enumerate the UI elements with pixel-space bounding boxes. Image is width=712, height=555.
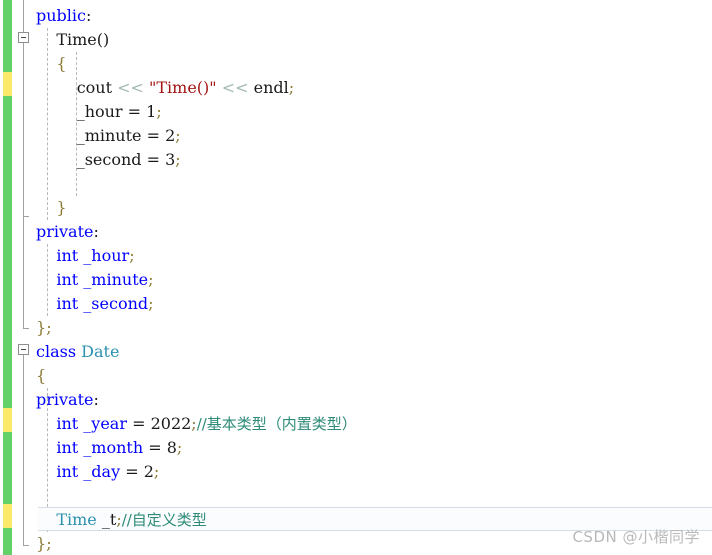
code-token: _second — [83, 294, 149, 313]
code-token: ; — [156, 102, 162, 121]
code-line[interactable]: int _second; — [0, 292, 712, 316]
code-token: ; — [175, 150, 181, 169]
code-token: ; — [148, 270, 154, 289]
code-token: Time — [36, 30, 97, 49]
code-line[interactable]: Time() — [0, 28, 712, 52]
code-token: () — [96, 30, 110, 49]
code-token: = 2022 — [127, 414, 192, 433]
code-line[interactable] — [0, 172, 712, 196]
code-line[interactable]: _minute = 2; — [0, 124, 712, 148]
code-token: int — [56, 462, 79, 481]
code-token: = 8 — [143, 438, 177, 457]
code-token: ; — [176, 438, 183, 457]
code-token: << — [221, 78, 249, 97]
code-token: } — [36, 534, 47, 553]
code-token: ; — [288, 78, 295, 97]
code-token: private — [36, 390, 94, 409]
code-token: _hour — [83, 246, 130, 265]
code-token: ; — [175, 126, 181, 145]
code-token: _year — [83, 414, 127, 433]
code-line[interactable]: { — [0, 52, 712, 76]
code-token: { — [36, 366, 47, 385]
code-token: : — [93, 390, 99, 409]
code-token: : — [85, 6, 92, 25]
code-line[interactable]: int _hour; — [0, 244, 712, 268]
code-token: _minute = 2 — [36, 126, 176, 145]
code-line[interactable]: public: — [0, 4, 712, 28]
code-token: "Time()" — [149, 78, 217, 97]
code-token: _t — [101, 510, 117, 529]
code-token: int — [56, 438, 79, 457]
code-token: _minute — [83, 270, 149, 289]
code-line[interactable]: cout << "Time()" << endl; — [0, 76, 712, 100]
code-token: endl — [248, 78, 289, 97]
csdn-watermark: CSDN @小楷同学 — [572, 528, 700, 546]
code-token: { — [36, 54, 67, 73]
code-text-area[interactable]: public: Time() { cout << "Time()" << end… — [0, 0, 712, 555]
code-token: _hour = 1 — [36, 102, 157, 121]
code-token: ; — [129, 246, 135, 265]
code-token: int — [56, 414, 79, 433]
code-line[interactable]: int _day = 2; — [0, 460, 712, 484]
code-line[interactable]: int _year = 2022;//基本类型（内置类型） — [0, 412, 712, 436]
code-token: ; — [153, 462, 160, 481]
code-line[interactable]: private: — [0, 388, 712, 412]
code-line[interactable]: { — [0, 364, 712, 388]
code-token: ; — [148, 294, 154, 313]
code-token: Date — [81, 342, 120, 361]
code-token: : — [93, 222, 99, 241]
code-token: private — [36, 222, 94, 241]
code-token: //基本类型（内置类型） — [196, 415, 357, 433]
code-token: ; — [46, 534, 52, 553]
code-token: << — [117, 78, 144, 97]
code-token: _month — [83, 438, 144, 457]
code-line[interactable]: } — [0, 196, 712, 220]
code-line[interactable]: _second = 3; — [0, 148, 712, 172]
code-token: _second = 3 — [36, 150, 176, 169]
code-token: int — [56, 246, 79, 265]
code-line[interactable]: int _minute; — [0, 268, 712, 292]
code-token: = 2 — [120, 462, 154, 481]
code-token: class — [36, 342, 77, 361]
code-token: Time — [56, 510, 97, 529]
code-token: public — [36, 6, 86, 25]
code-line[interactable]: private: — [0, 220, 712, 244]
code-token: } — [36, 198, 67, 217]
code-token: } — [36, 318, 47, 337]
code-line[interactable]: _hour = 1; — [0, 100, 712, 124]
code-token: int — [56, 294, 79, 313]
code-token: int — [56, 270, 79, 289]
code-line[interactable]: class Date — [0, 340, 712, 364]
code-line[interactable]: int _month = 8; — [0, 436, 712, 460]
code-line[interactable] — [0, 484, 712, 508]
code-token: _day — [83, 462, 121, 481]
code-editor-surface[interactable]: public: Time() { cout << "Time()" << end… — [0, 0, 712, 555]
code-token: cout — [36, 78, 118, 97]
code-line[interactable]: }; — [0, 316, 712, 340]
code-token: //自定义类型 — [121, 511, 207, 529]
code-token: ; — [46, 318, 52, 337]
